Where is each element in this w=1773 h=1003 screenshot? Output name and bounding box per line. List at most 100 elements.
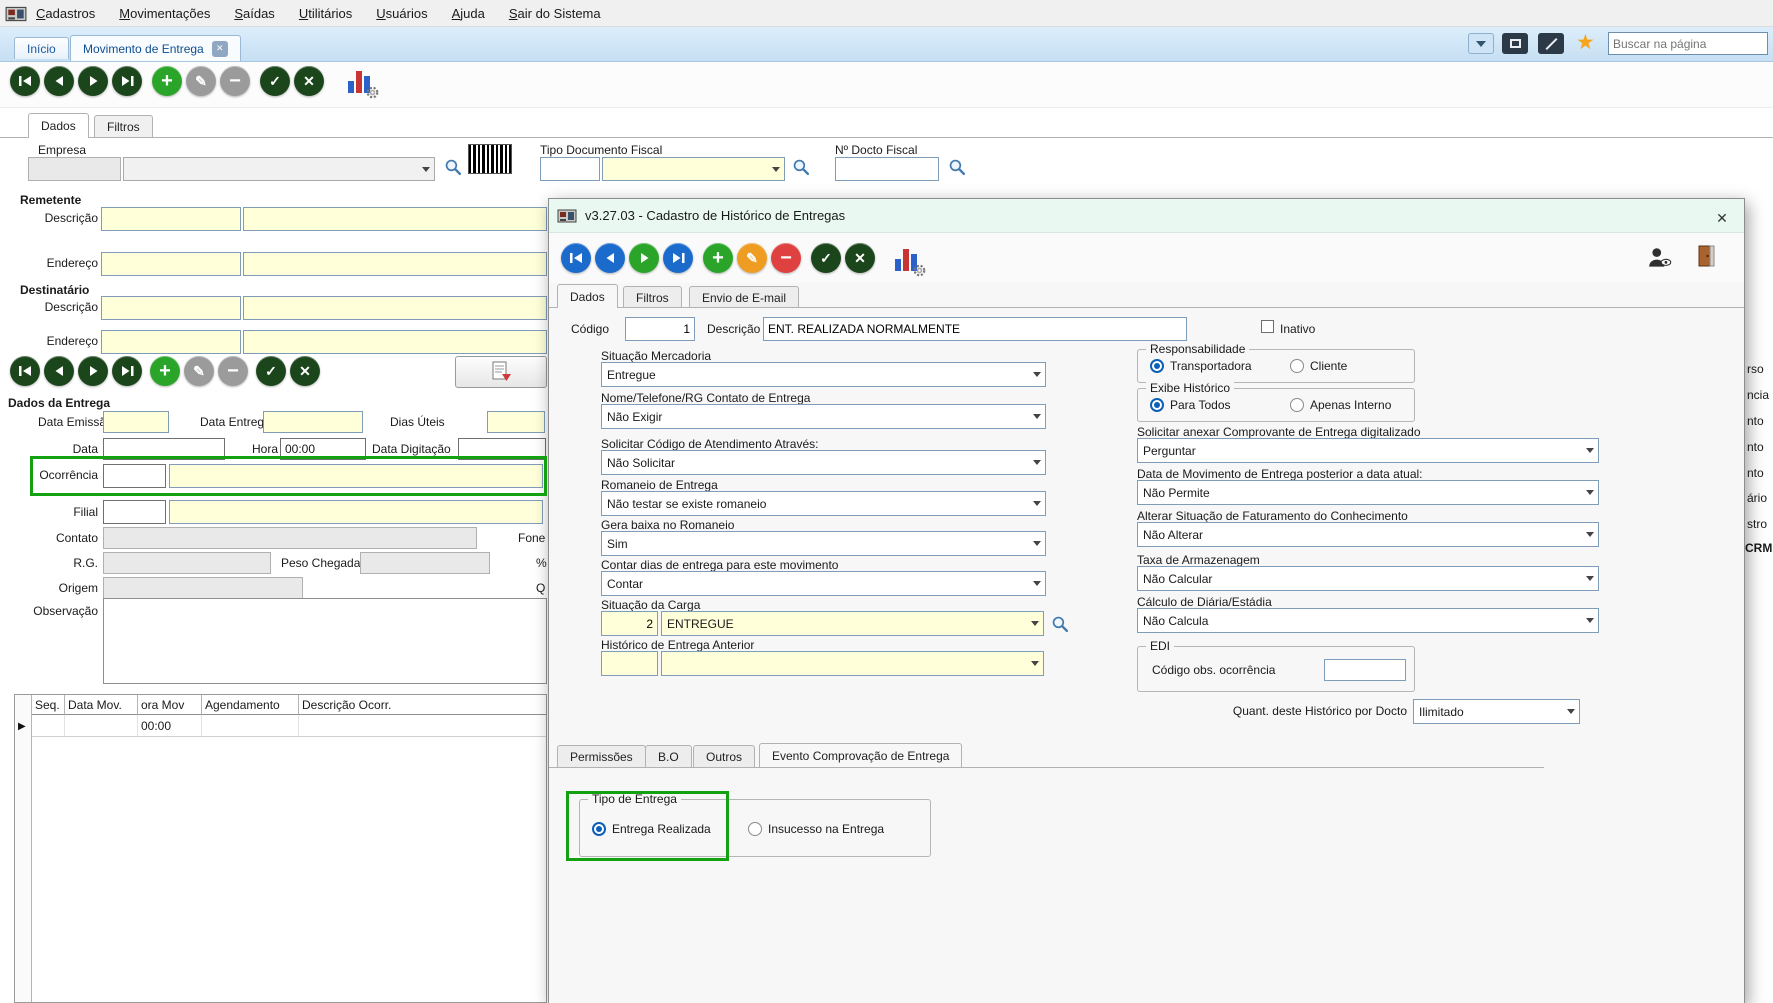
right-panel-item[interactable]: nto xyxy=(1747,466,1764,480)
star-icon[interactable]: ★ xyxy=(1576,30,1595,55)
tab-outros[interactable]: Outros xyxy=(693,745,755,767)
dialog-tab-dados[interactable]: Dados xyxy=(557,284,618,308)
peso-chegada-field[interactable] xyxy=(360,552,490,574)
data-entrega-field[interactable] xyxy=(263,411,363,433)
empresa-code-field[interactable] xyxy=(28,157,121,181)
hora-field[interactable]: 00:00 xyxy=(280,438,366,460)
tab-close-icon[interactable]: ✕ xyxy=(212,41,228,57)
entrega-cancel-button[interactable]: ✕ xyxy=(290,356,320,386)
barcode-icon[interactable] xyxy=(468,144,512,174)
romaneio-entrega-combo[interactable]: Não testar se existe romaneio xyxy=(601,491,1046,516)
exit-door-icon[interactable] xyxy=(1695,243,1719,272)
calculo-diaria-combo[interactable]: Não Calcula xyxy=(1137,608,1599,633)
right-panel-item[interactable]: rso xyxy=(1747,362,1764,376)
dialog-close-button[interactable]: ✕ xyxy=(1705,207,1739,229)
highlight-all-icon[interactable] xyxy=(1502,33,1528,54)
contar-dias-combo[interactable]: Contar xyxy=(601,571,1046,596)
filial-code-field[interactable] xyxy=(103,500,166,524)
grid-header-data-mov[interactable]: Data Mov. xyxy=(65,695,138,715)
entrega-nav-next-button[interactable] xyxy=(78,356,108,386)
num-doc-search-icon[interactable] xyxy=(948,158,966,179)
main-tab-filtros[interactable]: Filtros xyxy=(94,115,153,137)
grid-header-descricao-ocorr[interactable]: Descrição Ocorr. xyxy=(299,695,546,715)
nav-prev-button[interactable] xyxy=(44,66,74,96)
radio-insucesso-entrega[interactable]: Insucesso na Entrega xyxy=(748,822,884,836)
tipo-doc-code-field[interactable] xyxy=(540,157,600,181)
tipo-doc-combo[interactable] xyxy=(602,157,785,181)
dialog-add-button[interactable]: + xyxy=(703,243,733,273)
tab-evento-comprovacao[interactable]: Evento Comprovação de Entrega xyxy=(759,743,962,767)
destinatario-descricao-field[interactable] xyxy=(243,296,547,320)
descricao-field[interactable] xyxy=(763,317,1187,341)
rg-field[interactable] xyxy=(103,552,271,574)
dialog-edit-button[interactable]: ✎ xyxy=(737,243,767,273)
add-button[interactable]: + xyxy=(152,66,182,96)
nav-first-button[interactable] xyxy=(10,66,40,96)
radio-cliente[interactable]: Cliente xyxy=(1290,359,1347,373)
dialog-tab-filtros[interactable]: Filtros xyxy=(623,286,682,308)
right-panel-item[interactable]: stro xyxy=(1747,517,1767,531)
dialog-tab-envio-email[interactable]: Envio de E-mail xyxy=(689,286,799,308)
ocorrencia-code-field[interactable] xyxy=(103,464,166,488)
entrega-confirm-button[interactable]: ✓ xyxy=(256,356,286,386)
dialog-nav-last-button[interactable] xyxy=(663,243,693,273)
data-pos-atual-combo[interactable]: Não Permite xyxy=(1137,480,1599,505)
destinatario-endereco-code-field[interactable] xyxy=(101,330,241,354)
menu-item-saidas[interactable]: Saídas xyxy=(234,6,274,21)
edit-button[interactable]: ✎ xyxy=(186,66,216,96)
radio-entrega-realizada[interactable]: Entrega Realizada xyxy=(592,822,711,836)
situacao-carga-search-icon[interactable] xyxy=(1051,615,1069,636)
main-tab-dados[interactable]: Dados xyxy=(28,113,89,138)
cancel-button[interactable]: ✕ xyxy=(294,66,324,96)
grid-header-hora-mov[interactable]: ora Mov xyxy=(138,695,202,715)
contato-field[interactable] xyxy=(103,527,477,549)
grid-header-seq[interactable]: Seq. xyxy=(32,695,65,715)
match-case-icon[interactable] xyxy=(1538,33,1564,54)
right-panel-item[interactable]: CRM xyxy=(1745,541,1772,555)
entrega-nav-first-button[interactable] xyxy=(10,356,40,386)
radio-transportadora[interactable]: Transportadora xyxy=(1150,359,1252,373)
comprovante-combo[interactable]: Perguntar xyxy=(1137,438,1599,463)
remetente-descricao-code-field[interactable] xyxy=(101,207,241,231)
dialog-nav-next-button[interactable] xyxy=(629,243,659,273)
origem-field[interactable] xyxy=(103,577,303,599)
ocorrencia-field[interactable] xyxy=(169,464,543,488)
remetente-endereco-code-field[interactable] xyxy=(101,252,241,276)
codigo-field[interactable] xyxy=(625,317,695,341)
menu-item-sair[interactable]: Sair do Sistema xyxy=(509,6,601,21)
radio-para-todos[interactable]: Para Todos xyxy=(1150,398,1231,412)
entrega-edit-button[interactable]: ✎ xyxy=(184,356,214,386)
menu-item-utilitarios[interactable]: Utilitários xyxy=(299,6,352,21)
right-panel-item[interactable]: nto xyxy=(1747,440,1764,454)
destinatario-endereco-field[interactable] xyxy=(243,330,547,354)
situacao-carga-code-field[interactable] xyxy=(601,611,658,636)
right-panel-item[interactable]: nto xyxy=(1747,414,1764,428)
situacao-carga-combo[interactable]: ENTREGUE xyxy=(661,611,1044,636)
data-digitacao-field[interactable] xyxy=(458,438,546,460)
dialog-chart-icon[interactable] xyxy=(891,245,925,275)
dialog-nav-first-button[interactable] xyxy=(561,243,591,273)
chart-icon[interactable] xyxy=(344,67,378,97)
right-panel-item[interactable]: ário xyxy=(1747,491,1767,505)
entrega-remove-button[interactable]: − xyxy=(218,356,248,386)
data-emissao-field[interactable] xyxy=(103,411,169,433)
menu-item-movimentacoes[interactable]: Movimentações xyxy=(119,6,210,21)
inativo-checkbox[interactable] xyxy=(1261,320,1274,333)
grid-header-agendamento[interactable]: Agendamento xyxy=(202,695,299,715)
dialog-titlebar[interactable]: v3.27.03 - Cadastro de Histórico de Entr… xyxy=(549,199,1744,233)
report-button[interactable] xyxy=(455,356,547,388)
taxa-armazenagem-combo[interactable]: Não Calcular xyxy=(1137,566,1599,591)
num-doc-field[interactable] xyxy=(835,157,939,181)
tipo-doc-search-icon[interactable] xyxy=(792,158,810,179)
empresa-combo[interactable] xyxy=(123,157,435,181)
right-panel-item[interactable]: ncia xyxy=(1747,388,1769,402)
situacao-mercadoria-combo[interactable]: Entregue xyxy=(601,362,1046,387)
dialog-cancel-button[interactable]: ✕ xyxy=(845,243,875,273)
codigo-obs-field[interactable] xyxy=(1324,659,1406,681)
menu-item-usuarios[interactable]: Usuários xyxy=(376,6,427,21)
contato-entrega-combo[interactable]: Não Exigir xyxy=(601,404,1046,429)
dialog-nav-prev-button[interactable] xyxy=(595,243,625,273)
remetente-descricao-field[interactable] xyxy=(243,207,547,231)
dias-uteis-field[interactable] xyxy=(487,411,545,433)
remove-button[interactable]: − xyxy=(220,66,250,96)
